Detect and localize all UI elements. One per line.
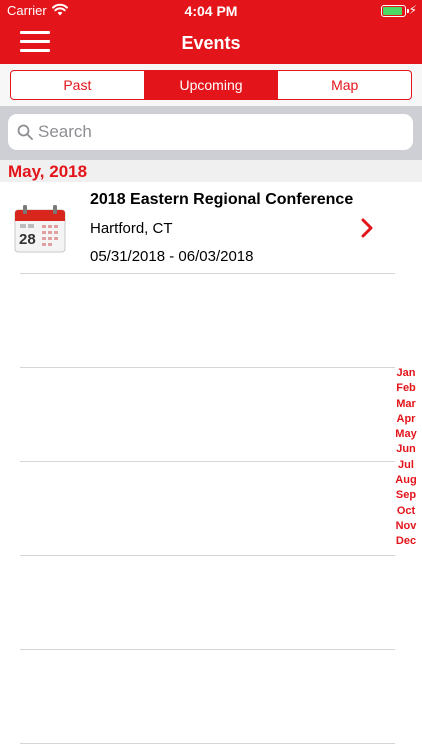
- index-feb[interactable]: Feb: [393, 381, 419, 396]
- index-may[interactable]: May: [393, 427, 419, 442]
- status-time: 4:04 PM: [184, 3, 238, 19]
- index-dec[interactable]: Dec: [393, 534, 419, 549]
- event-dates: 05/31/2018 - 06/03/2018: [90, 248, 254, 265]
- battery-icon: [381, 5, 409, 17]
- event-row[interactable]: 28 2018 Eastern Regional Conference Hart…: [0, 182, 396, 274]
- search-bar: [0, 106, 422, 160]
- segmented-control: Past Upcoming Map: [10, 70, 412, 100]
- tab-map[interactable]: Map: [278, 71, 411, 99]
- event-name: 2018 Eastern Regional Conference: [90, 191, 354, 208]
- month-section-index: Jan Feb Mar Apr May Jun Jul Aug Sep Oct …: [393, 366, 419, 550]
- battery-level: [383, 7, 402, 15]
- search-icon: [17, 124, 33, 140]
- search-input[interactable]: [38, 114, 398, 150]
- event-location: Hartford, CT: [90, 220, 173, 237]
- index-apr[interactable]: Apr: [393, 412, 419, 427]
- index-jun[interactable]: Jun: [393, 442, 419, 457]
- navigation-bar: Carrier 4:04 PM ⚡ Events: [0, 0, 422, 64]
- search-field-container: [8, 114, 413, 150]
- index-aug[interactable]: Aug: [393, 473, 419, 488]
- row-separator: [20, 743, 395, 744]
- status-bar: Carrier 4:04 PM ⚡: [0, 0, 422, 22]
- page-title: Events: [181, 33, 241, 53]
- row-separator: [20, 273, 395, 274]
- calendar-icon: 28: [14, 205, 66, 253]
- tab-past[interactable]: Past: [11, 71, 145, 99]
- index-oct[interactable]: Oct: [393, 504, 419, 519]
- row-separator: [20, 367, 395, 368]
- row-separator: [20, 555, 395, 556]
- row-separator: [20, 461, 395, 462]
- index-jul[interactable]: Jul: [393, 458, 419, 473]
- row-separator: [20, 649, 395, 650]
- section-title: May, 2018: [8, 162, 88, 181]
- tab-upcoming[interactable]: Upcoming: [144, 71, 279, 99]
- index-sep[interactable]: Sep: [393, 488, 419, 503]
- charging-icon: ⚡: [408, 3, 417, 17]
- segmented-control-bar: Past Upcoming Map: [0, 64, 422, 106]
- chevron-right-icon: [361, 218, 373, 238]
- index-mar[interactable]: Mar: [393, 397, 419, 412]
- index-nov[interactable]: Nov: [393, 519, 419, 534]
- calendar-icon-day: 28: [19, 231, 36, 248]
- index-jan[interactable]: Jan: [393, 366, 419, 381]
- section-header: May, 2018: [0, 160, 422, 182]
